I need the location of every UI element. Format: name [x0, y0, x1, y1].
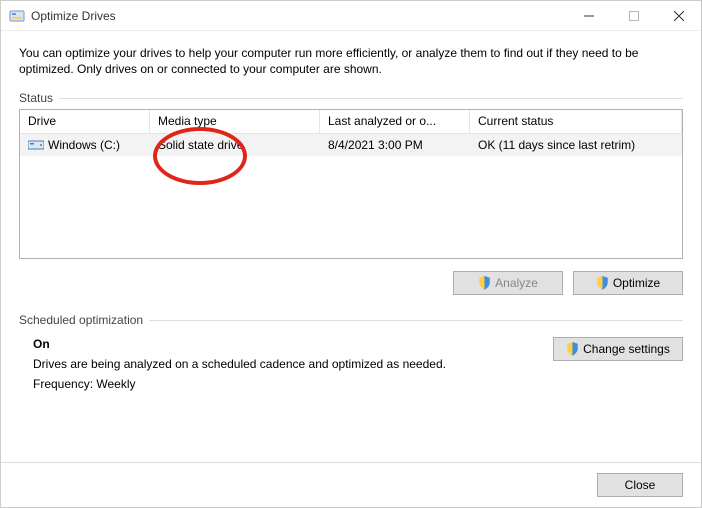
drives-listview[interactable]: Drive Media type Last analyzed or o... C… — [19, 109, 683, 259]
listview-header: Drive Media type Last analyzed or o... C… — [20, 110, 682, 134]
scheduled-text: On Drives are being analyzed on a schedu… — [33, 337, 446, 397]
change-settings-button[interactable]: Change settings — [553, 337, 683, 361]
column-drive[interactable]: Drive — [20, 110, 150, 133]
cell-drive: Windows (C:) — [20, 137, 150, 154]
drive-icon — [28, 137, 44, 154]
shield-icon — [596, 276, 609, 290]
status-label-text: Status — [19, 91, 53, 105]
status-buttons: Analyze Optimize — [19, 271, 683, 295]
column-last-analyzed[interactable]: Last analyzed or o... — [320, 110, 470, 133]
minimize-button[interactable] — [566, 1, 611, 30]
divider — [149, 320, 683, 321]
scheduled-description: Drives are being analyzed on a scheduled… — [33, 357, 446, 371]
titlebar: Optimize Drives — [1, 1, 701, 31]
scheduled-section: Scheduled optimization On Drives are bei… — [19, 313, 683, 397]
scheduled-section-label: Scheduled optimization — [19, 313, 683, 327]
window-controls — [566, 1, 701, 30]
maximize-button — [611, 1, 656, 30]
optimize-button[interactable]: Optimize — [573, 271, 683, 295]
divider — [59, 98, 683, 99]
footer: Close — [1, 462, 701, 507]
close-label: Close — [625, 478, 656, 492]
table-row[interactable]: Windows (C:) Solid state drive 8/4/2021 … — [20, 134, 682, 156]
close-window-button[interactable] — [656, 1, 701, 30]
shield-icon — [478, 276, 491, 290]
optimize-label: Optimize — [613, 276, 660, 290]
scheduled-label-text: Scheduled optimization — [19, 313, 143, 327]
column-current-status[interactable]: Current status — [470, 110, 682, 133]
app-icon — [9, 8, 25, 24]
column-media-type[interactable]: Media type — [150, 110, 320, 133]
content-area: You can optimize your drives to help you… — [1, 31, 701, 411]
status-section-label: Status — [19, 91, 683, 105]
scheduled-state: On — [33, 337, 446, 351]
cell-drive-text: Windows (C:) — [48, 138, 120, 152]
cell-current-status: OK (11 days since last retrim) — [470, 138, 682, 152]
cell-media-type: Solid state drive — [150, 138, 320, 152]
window-title: Optimize Drives — [31, 9, 566, 23]
shield-icon — [566, 342, 579, 356]
change-settings-label: Change settings — [583, 342, 670, 356]
close-button[interactable]: Close — [597, 473, 683, 497]
cell-last-analyzed: 8/4/2021 3:00 PM — [320, 138, 470, 152]
analyze-label: Analyze — [495, 276, 538, 290]
analyze-button: Analyze — [453, 271, 563, 295]
scheduled-frequency: Frequency: Weekly — [33, 377, 446, 391]
intro-text: You can optimize your drives to help you… — [19, 45, 683, 77]
